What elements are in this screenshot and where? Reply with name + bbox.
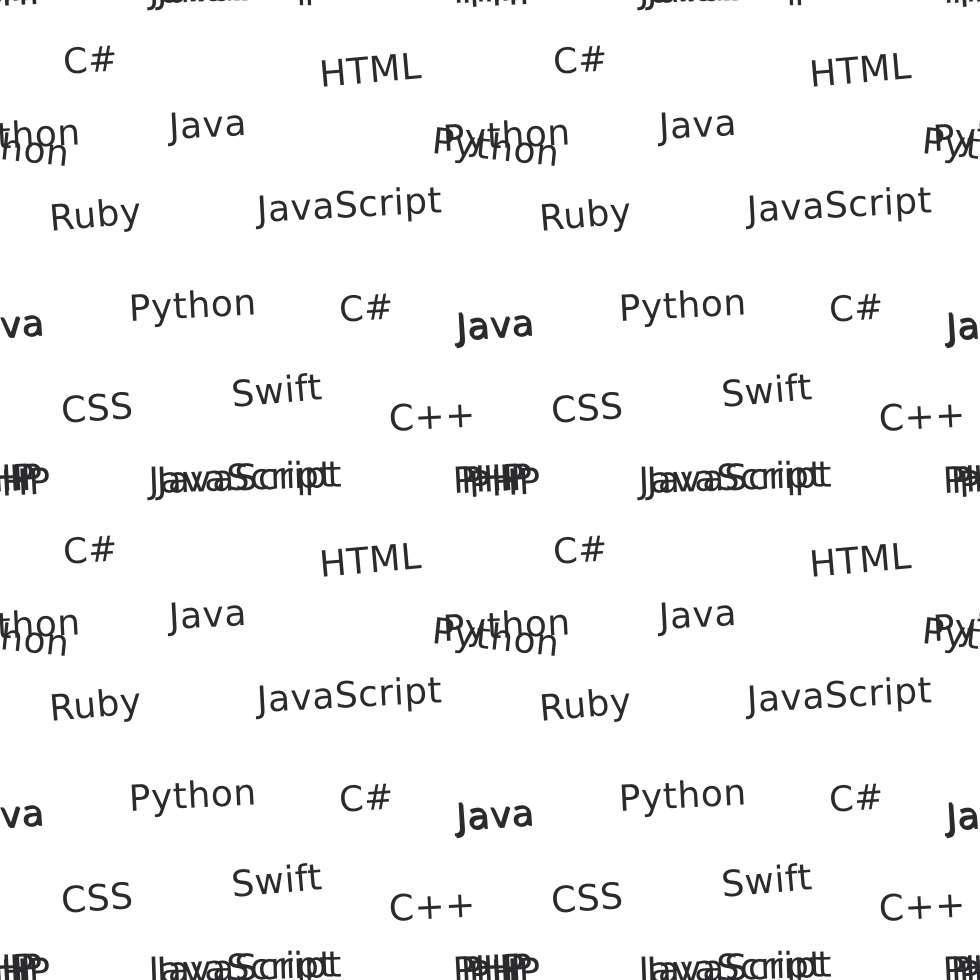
pattern-word-javascript: JavaScript xyxy=(148,0,335,12)
pattern-word-javascript: JavaScript xyxy=(638,0,825,12)
pattern-word-ruby: Ruby xyxy=(47,680,144,730)
pattern-word-java: Java xyxy=(945,793,980,840)
pattern-word-swift: Swift xyxy=(229,367,324,416)
pattern-word-python: Python xyxy=(617,772,748,820)
pattern-word-javascript: JavaScript xyxy=(745,180,934,231)
pattern-word-python: Python xyxy=(931,112,980,160)
pattern-word-python: Python xyxy=(441,602,572,650)
pattern-word-python: Python xyxy=(127,282,258,330)
pattern-word-css: CSS xyxy=(549,875,625,922)
pattern-word-css: CSS xyxy=(59,875,135,922)
pattern-canvas: PHP JavaScript C# HTML Python Java Python Ruby J… xyxy=(0,0,980,980)
pattern-tile: PHP JavaScript C# HTML Python Java Python Ruby J… xyxy=(442,0,980,502)
pattern-word-css: CSS xyxy=(59,385,135,432)
pattern-word-java: Java xyxy=(167,592,248,638)
pattern-word-c: C++ xyxy=(387,394,477,440)
pattern-word-ruby: Ruby xyxy=(537,190,634,240)
pattern-word-css: CSS xyxy=(549,385,625,432)
pattern-word-java: Java xyxy=(945,303,980,350)
pattern-word-javascript: JavaScript xyxy=(255,180,444,231)
pattern-word-python: Python xyxy=(931,602,980,650)
pattern-tile: PHP JavaScript C# HTML Python Java Python Ruby J… xyxy=(0,0,561,502)
pattern-word-java: Java xyxy=(657,102,738,148)
pattern-word-javascript: JavaScript xyxy=(147,454,335,502)
pattern-word-c: C++ xyxy=(387,884,477,930)
pattern-word-html: HTML xyxy=(317,46,424,96)
pattern-word-python: Python xyxy=(127,772,258,820)
pattern-word-java: Java xyxy=(455,793,537,840)
pattern-word-c: C# xyxy=(61,39,120,83)
pattern-word-javascript: JavaScript xyxy=(255,670,444,721)
pattern-word-c: C++ xyxy=(877,884,967,930)
pattern-word-php: PHP xyxy=(468,0,542,16)
pattern-word-javascript: JavaScript xyxy=(745,670,934,721)
pattern-word-c: C# xyxy=(337,287,396,331)
pattern-word-c: C# xyxy=(61,529,120,573)
pattern-word-ruby: Ruby xyxy=(537,680,634,730)
pattern-word-html: HTML xyxy=(807,536,914,586)
pattern-word-java: Java xyxy=(167,102,248,148)
pattern-word-php: PHP xyxy=(467,951,542,980)
pattern-word-java: Java xyxy=(657,592,738,638)
pattern-word-html: HTML xyxy=(317,536,424,586)
pattern-tile: PHP JavaScript C# HTML Python Java Python Ruby J… xyxy=(0,455,561,980)
pattern-word-c: C# xyxy=(551,39,610,83)
pattern-word-c: C# xyxy=(827,287,886,331)
pattern-word-swift: Swift xyxy=(229,857,324,906)
pattern-word-ruby: Ruby xyxy=(47,190,144,240)
pattern-word-java: Java xyxy=(0,303,47,350)
pattern-word-swift: Swift xyxy=(719,857,814,906)
pattern-word-javascript: JavaScript xyxy=(637,944,825,980)
pattern-word-php: PHP xyxy=(0,951,52,980)
pattern-word-java: Java xyxy=(455,303,537,350)
pattern-word-c: C# xyxy=(827,777,886,821)
pattern-word-python: Python xyxy=(441,112,572,160)
pattern-word-c: C++ xyxy=(877,394,967,440)
pattern-word-c: C# xyxy=(337,777,396,821)
pattern-word-c: C# xyxy=(551,529,610,573)
pattern-word-php: PHP xyxy=(957,461,980,506)
pattern-word-swift: Swift xyxy=(719,367,814,416)
pattern-word-python: Python xyxy=(0,602,82,650)
pattern-tile: PHP JavaScript C# HTML Python Java Python Ruby J… xyxy=(442,455,980,980)
pattern-word-python: Python xyxy=(0,112,82,160)
pattern-word-python: Python xyxy=(617,282,748,330)
pattern-word-javascript: JavaScript xyxy=(147,944,335,980)
pattern-word-html: HTML xyxy=(807,46,914,96)
pattern-word-php: PHP xyxy=(467,461,542,506)
pattern-word-java: Java xyxy=(0,793,47,840)
pattern-word-php: PHP xyxy=(0,0,52,16)
pattern-word-javascript: JavaScript xyxy=(637,454,825,502)
pattern-word-php: PHP xyxy=(0,461,52,506)
pattern-word-php: PHP xyxy=(958,0,980,16)
pattern-word-php: PHP xyxy=(957,951,980,980)
